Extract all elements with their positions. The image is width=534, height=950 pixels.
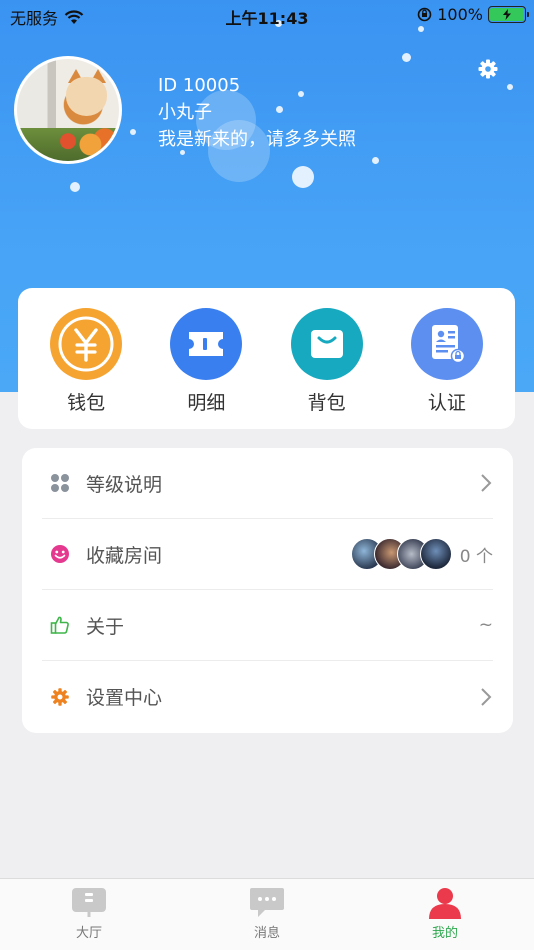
chevron-right-icon xyxy=(481,687,492,706)
tab-messages[interactable]: 消息 xyxy=(178,879,356,950)
message-icon xyxy=(250,888,284,917)
about-value: ~ xyxy=(478,615,493,635)
tab-label: 我的 xyxy=(431,926,458,941)
menu-item-settings-center[interactable]: 设置中心 xyxy=(42,661,493,732)
certification-circle xyxy=(410,308,483,380)
menu-item-label: 收藏房间 xyxy=(86,544,163,567)
favorite-count: 0 个 xyxy=(459,546,493,567)
status-right: 100% xyxy=(417,5,529,24)
tab-profile[interactable]: 我的 xyxy=(356,879,534,950)
room-thumbnail xyxy=(419,538,452,570)
gear-icon xyxy=(49,686,71,708)
tab-bar: 大厅 消息 我的 xyxy=(0,878,534,950)
menu-item-right: ~ xyxy=(479,615,493,635)
certification-label: 认证 xyxy=(427,392,466,414)
user-id: ID 10005 xyxy=(158,75,241,96)
menu-item-favorite-rooms[interactable]: 收藏房间 0 个 xyxy=(42,519,493,590)
details-circle xyxy=(170,308,243,380)
bubble-decoration xyxy=(292,166,314,188)
menu-item-label: 等级说明 xyxy=(86,473,163,496)
menu-item-label: 关于 xyxy=(86,615,125,638)
avatar[interactable] xyxy=(14,56,122,164)
menu-item-level-info[interactable]: 等级说明 xyxy=(42,448,493,519)
backpack-label: 背包 xyxy=(307,392,346,414)
details-label: 明细 xyxy=(187,392,226,414)
details-button[interactable]: 明细 xyxy=(151,308,261,415)
user-nickname: 小丸子 xyxy=(158,102,212,123)
smile-icon xyxy=(49,543,71,565)
wallet-circle xyxy=(50,308,123,380)
backpack-circle xyxy=(290,308,363,380)
orientation-lock-icon xyxy=(417,7,432,22)
tab-lobby[interactable]: 大厅 xyxy=(0,879,178,950)
charging-bolt-icon xyxy=(503,9,511,20)
user-signature: 我是新来的，请多多关照 xyxy=(158,129,356,150)
bubble-decoration xyxy=(402,53,411,62)
menu-item-label: 设置中心 xyxy=(86,687,163,709)
ticket-icon xyxy=(189,332,224,356)
id-card-icon xyxy=(431,325,466,364)
tab-label: 大厅 xyxy=(75,926,102,941)
chevron-right-icon xyxy=(481,474,492,492)
quick-actions-card: 钱包 明细 背包 认证 xyxy=(18,288,515,429)
bubble-decoration xyxy=(372,157,379,164)
thumbs-up-icon xyxy=(49,614,71,636)
grid-dots-icon xyxy=(49,472,71,494)
user-info: ID 10005 小丸子 我是新来的，请多多关照 xyxy=(158,72,356,153)
settings-gear-icon[interactable] xyxy=(476,57,500,81)
lobby-icon xyxy=(72,888,106,917)
menu-item-about[interactable]: 关于 ~ xyxy=(42,590,493,661)
menu-item-right xyxy=(479,473,493,493)
menu-list: 等级说明 收藏房间 0 个 关于 ~ 设置中心 xyxy=(22,448,513,733)
menu-item-right: 0 个 xyxy=(350,538,493,570)
bag-icon xyxy=(310,330,343,358)
status-bar: 无服务 上午11:43 100% xyxy=(0,0,534,30)
bubble-decoration xyxy=(130,129,136,135)
backpack-button[interactable]: 背包 xyxy=(272,308,382,415)
wallet-yuan-icon xyxy=(58,316,114,372)
menu-item-right xyxy=(479,687,493,707)
tab-label: 消息 xyxy=(253,926,280,941)
certification-button[interactable]: 认证 xyxy=(392,308,502,415)
wallet-label: 钱包 xyxy=(67,392,106,414)
battery-percent: 100% xyxy=(437,5,483,24)
bubble-decoration xyxy=(507,84,513,90)
room-thumbnails xyxy=(350,538,452,570)
bubble-decoration xyxy=(70,182,80,192)
wallet-button[interactable]: 钱包 xyxy=(31,308,141,415)
person-icon xyxy=(429,888,461,919)
battery-icon xyxy=(488,6,529,23)
